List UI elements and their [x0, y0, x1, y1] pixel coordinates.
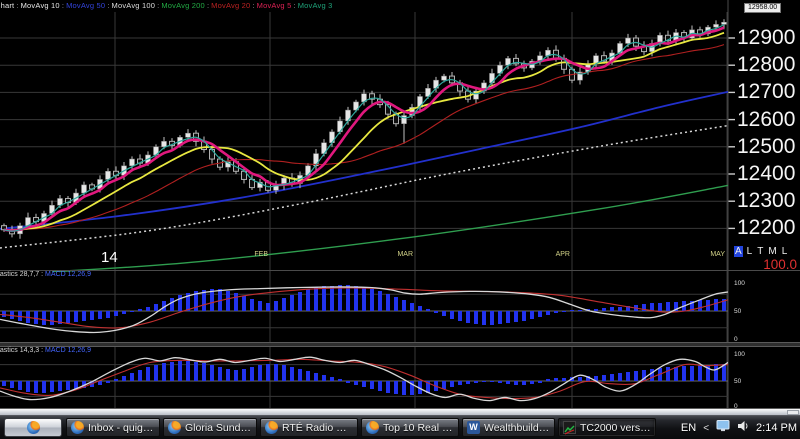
scale-button-t2[interactable]: T	[756, 246, 764, 257]
legend-item: MovAvg 10	[21, 1, 60, 10]
taskbar-button-label: Wealthbuilder Stock ...	[484, 422, 550, 434]
taskbar-button-label: Gloria Sunday 4 May ...	[185, 422, 252, 434]
firefox-icon	[27, 421, 40, 434]
quick-launch-firefox-button[interactable]	[4, 418, 62, 437]
tc2000-chart-icon	[563, 421, 576, 434]
panel2-header: Stochastics 14,3,3 : MACD 12,26,9	[0, 347, 91, 354]
scale-percent-value: 100.0	[728, 257, 797, 272]
taskbar: Inbox - quigleycomp... Gloria Sunday 4 Ma…	[0, 415, 800, 439]
price-axis-label: 12800	[737, 55, 799, 75]
tc2000-chart-window: Chart : MovAvg 10 : MovAvg 50 : MovAvg 1…	[0, 0, 800, 408]
month-label: MAR	[387, 251, 413, 258]
volume-icon[interactable]	[737, 419, 749, 437]
price-axis-label: 12300	[737, 191, 799, 211]
taskbar-button[interactable]: W Wealthbuilder Stock ...	[462, 418, 555, 437]
legend-item: Chart	[0, 1, 14, 10]
scale-button-m3[interactable]: M	[767, 246, 777, 257]
language-indicator[interactable]: EN	[681, 422, 696, 434]
taskbar-button-label: TC2000 version 7 Gol...	[580, 422, 651, 434]
panel1-title: Stochastics 28,7,7	[0, 271, 39, 278]
taskbar-button-label: RTÉ Radio Player - Gl...	[282, 422, 353, 434]
legend-item: MovAvg 50	[66, 1, 105, 10]
legend-item: MovAvg 5	[257, 1, 292, 10]
chart-canvas	[0, 0, 800, 408]
system-tray: EN < 2:14 PM	[681, 416, 797, 439]
taskbar-button[interactable]: RTÉ Radio Player - Gl...	[260, 418, 358, 437]
taskbar-button[interactable]: Top 10 Real Estate E...	[361, 418, 459, 437]
firefox-icon	[265, 421, 278, 434]
price-axis-label: 12900	[737, 28, 799, 48]
scale-button-a0[interactable]: A	[734, 246, 743, 257]
legend-item: MovAvg 200	[161, 1, 205, 10]
indicator-axis-label: 0	[734, 336, 738, 343]
taskbar-button[interactable]: TC2000 version 7 Gol...	[558, 418, 656, 437]
legend-item: MovAvg 20	[211, 1, 250, 10]
legend-item: MovAvg 3	[298, 1, 333, 10]
price-axis-label: 12200	[737, 218, 799, 238]
indicator-axis-label: 50	[734, 308, 741, 315]
clock[interactable]: 2:14 PM	[756, 422, 797, 434]
taskbar-button[interactable]: Inbox - quigleycomp...	[66, 418, 160, 437]
scale-button-l1[interactable]: L	[746, 246, 754, 257]
legend-item: MovAvg 100	[112, 1, 156, 10]
panel2-title: Stochastics 14,3,3	[0, 347, 39, 354]
desktop-screen: Chart : MovAvg 10 : MovAvg 50 : MovAvg 1…	[0, 0, 800, 439]
scale-button-l4[interactable]: L	[781, 246, 789, 257]
chart-legend: Chart : MovAvg 10 : MovAvg 50 : MovAvg 1…	[0, 1, 333, 10]
price-axis-label: 12700	[737, 82, 799, 102]
firefox-icon	[366, 421, 379, 434]
panel2-macd-label: MACD 12,26,9	[45, 347, 91, 354]
month-label: FEB	[242, 251, 268, 258]
indicator-axis-label: 50	[734, 378, 741, 385]
month-label: APR	[544, 251, 570, 258]
firefox-icon	[168, 421, 181, 434]
price-axis-label: 12400	[737, 164, 799, 184]
word-icon: W	[467, 421, 480, 434]
taskbar-button-label: Inbox - quigleycomp...	[88, 422, 155, 434]
network-icon[interactable]	[716, 419, 730, 437]
panel1-macd-label: MACD 12,26,9	[45, 271, 91, 278]
tray-expand-chevron[interactable]: <	[703, 423, 709, 434]
price-axis-label: 12600	[737, 110, 799, 130]
indicator-axis-label: 100	[734, 351, 745, 358]
indicator-axis-label: 100	[734, 280, 745, 287]
taskbar-button-label: Top 10 Real Estate E...	[383, 422, 454, 434]
bar-width-label: 14	[101, 249, 118, 266]
scale-buttons: ALTML	[734, 246, 788, 257]
firefox-icon	[71, 421, 84, 434]
price-axis-label: 12500	[737, 137, 799, 157]
taskbar-button[interactable]: Gloria Sunday 4 May ...	[163, 418, 257, 437]
panel1-header: Stochastics 28,7,7 : MACD 12,26,9	[0, 271, 91, 278]
horizontal-scrollbar[interactable]	[0, 408, 800, 415]
month-label: MAY	[699, 251, 725, 258]
last-price-box: 12958.00	[744, 3, 781, 13]
